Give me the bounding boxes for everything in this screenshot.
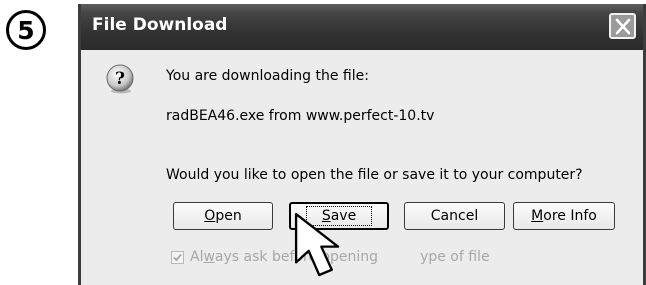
always-ask-tail: ype of file	[420, 249, 490, 265]
dialog-title: File Download	[92, 15, 228, 35]
cancel-label: Cancel	[430, 208, 479, 224]
open-button[interactable]: Open	[173, 202, 273, 230]
downloading-label: You are downloading the file:	[166, 68, 369, 84]
more-info-mnemonic: M	[531, 208, 544, 224]
question-icon: ?	[106, 64, 134, 94]
dialog-titlebar[interactable]: File Download	[81, 4, 643, 50]
more-info-button[interactable]: More Info	[513, 202, 615, 230]
more-info-label: ore Info	[543, 208, 597, 224]
svg-text:?: ?	[115, 69, 125, 89]
file-download-dialog: File Download ? You are downloading the …	[78, 4, 646, 285]
save-prompt: Would you like to open the file or save …	[166, 167, 583, 183]
always-ask-mnemonic: w	[203, 249, 215, 265]
always-ask-prefix: Al	[190, 249, 204, 265]
pointer-cursor-icon	[294, 212, 340, 277]
filename-source: radBEA46.exe from www.perfect-10.tv	[166, 108, 435, 124]
checkmark-icon	[173, 253, 182, 261]
open-mnemonic: O	[204, 208, 216, 224]
open-label: pen	[215, 208, 242, 224]
step-number-badge: 5	[6, 10, 46, 50]
close-button[interactable]	[609, 13, 636, 39]
close-icon	[615, 18, 631, 35]
always-ask-checkbox[interactable]	[171, 250, 184, 264]
cancel-button[interactable]: Cancel	[404, 202, 505, 230]
